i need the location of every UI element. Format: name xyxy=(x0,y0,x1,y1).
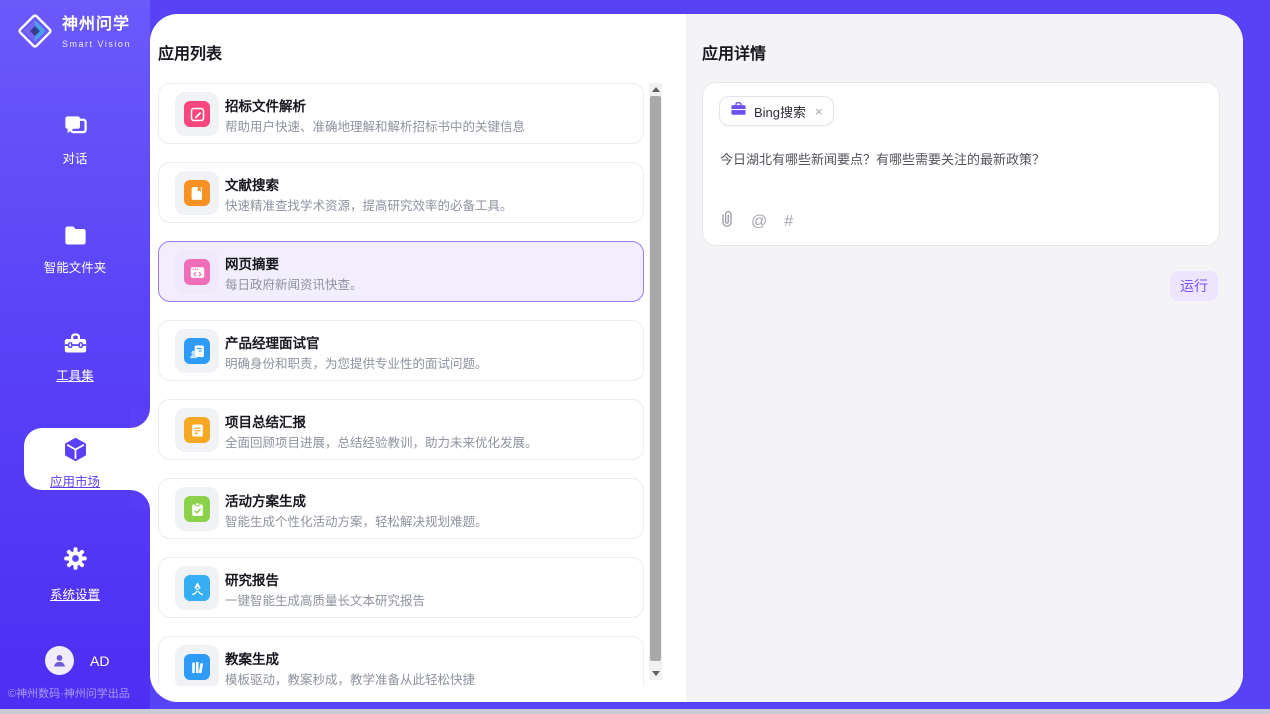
sidebar-item-label: 智能文件夹 xyxy=(0,257,150,276)
app-description: 帮助用户快速、准确地理解和解析招标书中的关键信息 xyxy=(225,116,525,135)
toolbox-icon xyxy=(62,330,89,362)
app-card-event-plan-generation[interactable]: 活动方案生成 智能生成个性化活动方案，轻松解决规划难题。 xyxy=(158,478,644,539)
chat-icon xyxy=(62,113,89,145)
gear-icon xyxy=(62,545,89,577)
app-title: 教案生成 xyxy=(225,648,279,668)
report-note-icon xyxy=(184,417,210,443)
query-input-card[interactable]: Bing搜索 × 今日湖北有哪些新闻要点？有哪些需要关注的最新政策？ @ # xyxy=(702,82,1220,246)
clipboard-check-icon xyxy=(184,496,210,522)
sidebar-item-system-settings[interactable]: 系统设置 xyxy=(0,545,150,603)
app-card-literature-search[interactable]: 文献搜索 快速精准查找学术资源，提高研究效率的必备工具。 xyxy=(158,162,644,223)
scrollbar-thumb[interactable] xyxy=(650,96,661,661)
app-icon xyxy=(175,566,219,610)
app-title: 产品经理面试官 xyxy=(225,332,320,352)
app-title: 网页摘要 xyxy=(225,253,279,273)
app-title: 研究报告 xyxy=(225,569,279,589)
scroll-down-arrow-icon xyxy=(652,671,660,676)
cube-icon xyxy=(62,436,89,468)
user-avatar-icon xyxy=(51,652,68,669)
interviewer-icon xyxy=(184,338,210,364)
brand-name: 神州问学 xyxy=(62,16,130,33)
folder-icon xyxy=(62,222,89,254)
app-title: 活动方案生成 xyxy=(225,490,306,510)
sidebar-item-chat[interactable]: 对话 xyxy=(0,113,150,167)
brand-text: 神州问学 Smart Vision xyxy=(62,16,150,52)
app-card-lesson-plan-generation[interactable]: 教案生成 模板驱动，教案秒成，教学准备从此轻松快捷 xyxy=(158,636,644,686)
query-text[interactable]: 今日湖北有哪些新闻要点？有哪些需要关注的最新政策？ xyxy=(720,149,1200,168)
app-card-bid-document-analysis[interactable]: 招标文件解析 帮助用户快速、准确地理解和解析招标书中的关键信息 xyxy=(158,83,644,144)
app-card-project-summary[interactable]: 项目总结汇报 全面回顾项目进展，总结经验教训，助力未来优化发展。 xyxy=(158,399,644,460)
edit-document-icon xyxy=(184,101,210,127)
app-card-pm-interviewer[interactable]: 产品经理面试官 明确身份和职责，为您提供专业性的面试问题。 xyxy=(158,320,644,381)
tool-tag-bing-search[interactable]: Bing搜索 × xyxy=(719,96,834,126)
app-description: 全面回顾项目进展，总结经验教训，助力未来优化发展。 xyxy=(225,432,538,451)
window-bottom-strip xyxy=(0,709,1270,714)
app-detail-title: 应用详情 xyxy=(702,40,766,64)
user-name: AD xyxy=(90,653,109,669)
sidebar-item-smart-folder[interactable]: 智能文件夹 xyxy=(0,222,150,276)
app-description: 每日政府新闻资讯快查。 xyxy=(225,274,363,293)
at-icon[interactable]: @ xyxy=(751,214,767,230)
app-description: 智能生成个性化活动方案，轻松解决规划难题。 xyxy=(225,511,488,530)
tool-tag-label: Bing搜索 xyxy=(754,102,806,121)
app-description: 快速精准查找学术资源，提高研究效率的必备工具。 xyxy=(225,195,513,214)
book-icon xyxy=(184,180,210,206)
app-title: 文献搜索 xyxy=(225,174,279,194)
scrollbar-down-button[interactable] xyxy=(649,667,662,680)
app-icon xyxy=(175,487,219,531)
brand-subtitle: Smart Vision xyxy=(62,39,131,49)
sidebar-item-label: 对话 xyxy=(0,148,150,167)
ink-pen-icon xyxy=(184,575,210,601)
app-description: 模板驱动，教案秒成，教学准备从此轻松快捷 xyxy=(225,669,475,686)
active-tab-curve-top xyxy=(130,408,150,428)
app-icon xyxy=(175,329,219,373)
diamond-logo-icon xyxy=(16,12,54,55)
main-content: 应用列表 招标文件解析 帮助用户快速、准确地理解和解析招标书中的关键信息 xyxy=(150,14,1243,702)
app-icon xyxy=(175,171,219,215)
app-list-title: 应用列表 xyxy=(158,40,222,64)
app-icon xyxy=(175,250,219,294)
app-title: 招标文件解析 xyxy=(225,95,306,115)
app-list-scrollbar[interactable] xyxy=(649,83,662,680)
sidebar-item-app-market[interactable]: 应用市场 xyxy=(0,436,150,490)
app-icon xyxy=(175,408,219,452)
sidebar: 神州问学 Smart Vision 对话 智能文件夹 xyxy=(0,0,150,709)
hash-icon[interactable]: # xyxy=(784,214,793,230)
sidebar-item-label: 工具集 xyxy=(0,365,150,384)
app-description: 一键智能生成高质量长文本研究报告 xyxy=(225,590,425,609)
user-account[interactable]: AD xyxy=(45,646,109,675)
app-icon xyxy=(175,645,219,686)
books-icon xyxy=(184,654,210,680)
app-description: 明确身份和职责，为您提供专业性的面试问题。 xyxy=(225,353,488,372)
close-icon[interactable]: × xyxy=(815,104,823,119)
briefcase-icon xyxy=(730,101,747,121)
app-detail-panel: 应用详情 Bing搜索 × 今日湖北有哪些新闻要点？有哪些需要关注的最新政策？ xyxy=(686,14,1243,702)
sidebar-item-toolset[interactable]: 工具集 xyxy=(0,330,150,384)
app-card-webpage-summary[interactable]: 网页摘要 每日政府新闻资讯快查。 xyxy=(158,241,644,302)
sidebar-item-label: 系统设置 xyxy=(0,584,150,603)
app-list: 招标文件解析 帮助用户快速、准确地理解和解析招标书中的关键信息 文献搜索 快速精… xyxy=(158,83,644,686)
sidebar-item-label: 应用市场 xyxy=(0,471,150,490)
run-button[interactable]: 运行 xyxy=(1170,271,1218,301)
active-tab-curve-bottom xyxy=(130,490,150,510)
app-title: 项目总结汇报 xyxy=(225,411,306,431)
app-icon xyxy=(175,92,219,136)
app-list-panel: 应用列表 招标文件解析 帮助用户快速、准确地理解和解析招标书中的关键信息 xyxy=(150,14,686,702)
avatar xyxy=(45,646,74,675)
scrollbar-up-button[interactable] xyxy=(649,83,662,96)
input-toolbar: @ # xyxy=(720,210,793,233)
sidebar-footer-credit: ©神州数码·神州问学出品 xyxy=(8,685,130,701)
brand-logo: 神州问学 Smart Vision xyxy=(16,12,150,55)
scroll-up-arrow-icon xyxy=(652,87,660,92)
webpage-code-icon xyxy=(184,259,210,285)
app-card-research-report[interactable]: 研究报告 一键智能生成高质量长文本研究报告 xyxy=(158,557,644,618)
paperclip-icon[interactable] xyxy=(720,210,734,233)
